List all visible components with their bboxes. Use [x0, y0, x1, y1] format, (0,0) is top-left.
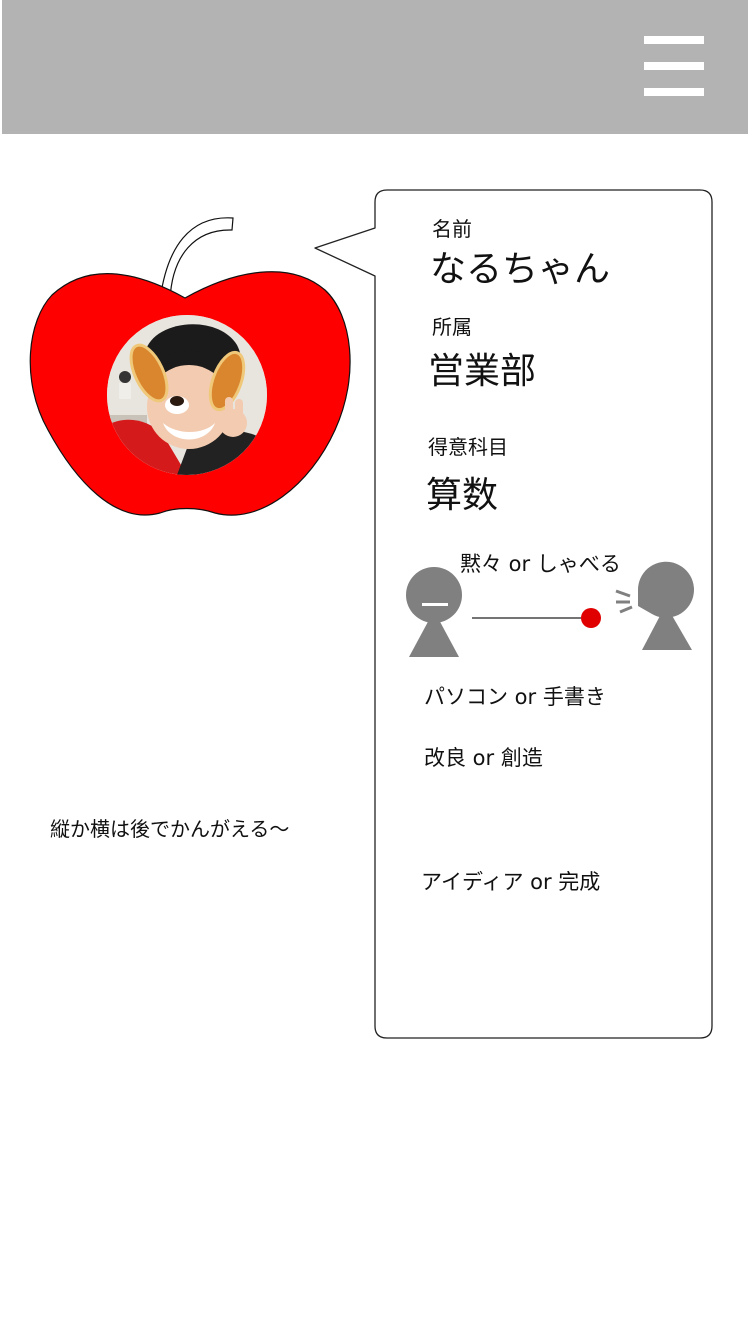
subject-label: 得意科目: [428, 435, 508, 459]
talk-scale-marker[interactable]: [581, 608, 601, 628]
pc-or-handwriting-option: パソコン or 手書き: [424, 685, 606, 709]
layout-note: 縦か横は後でかんがえる〜: [50, 817, 290, 841]
talk-scale-slider[interactable]: [400, 556, 700, 666]
name-label: 名前: [432, 217, 472, 241]
quiet-person-icon: [406, 567, 462, 657]
department-label: 所属: [432, 315, 472, 339]
profile-photo: [107, 315, 267, 475]
idea-or-complete-option: アイディア or 完成: [421, 870, 601, 894]
hamburger-menu-icon[interactable]: [642, 36, 706, 100]
app-header: [2, 0, 748, 134]
name-value: なるちゃん: [430, 249, 611, 290]
department-value: 営業部: [428, 351, 537, 392]
talking-person-icon: [615, 561, 694, 650]
improve-or-create-option: 改良 or 創造: [424, 746, 543, 770]
subject-value: 算数: [426, 475, 499, 516]
